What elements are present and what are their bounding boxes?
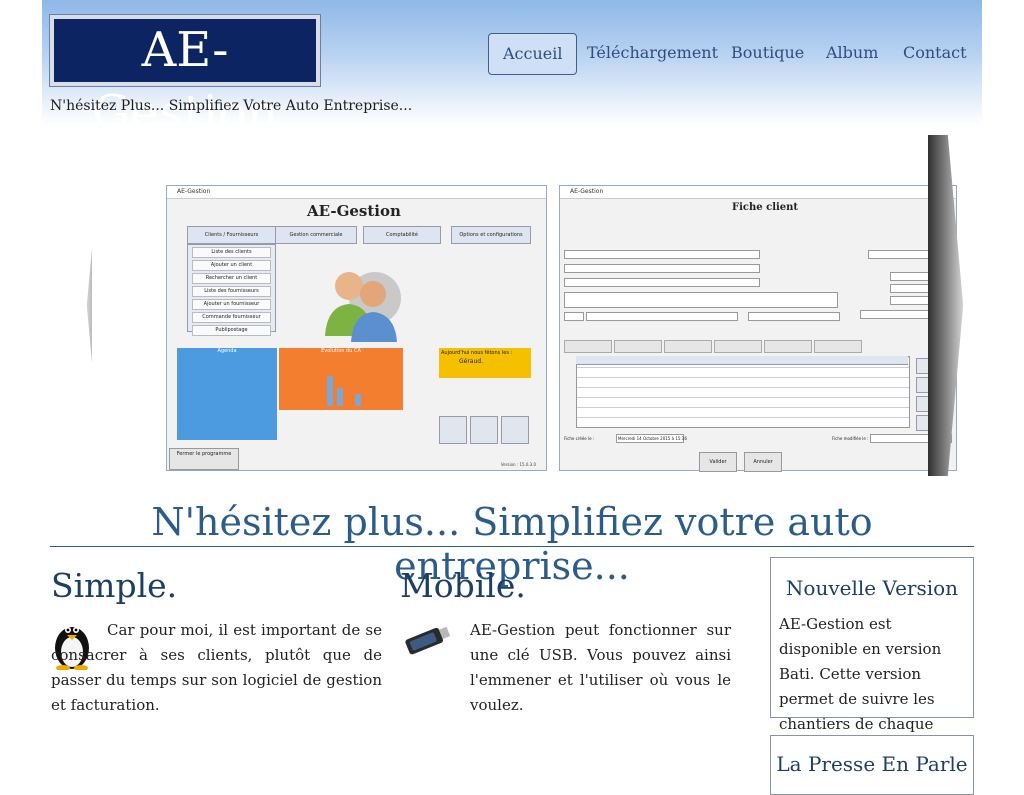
menu-item: Liste des fournisseurs	[192, 286, 271, 297]
simple-text: Car pour moi, il est important de se con…	[51, 621, 382, 714]
press-title[interactable]: La Presse En Parle	[771, 752, 973, 776]
client-tabs	[564, 338, 954, 353]
menu-item: Commande fournisseur	[192, 312, 271, 323]
form-title: Fiche client	[732, 202, 799, 213]
birthday-panel: Aujourd'hui nous fêtons les : Géraud.	[439, 348, 531, 378]
created-value: Mercredi 14 Octobre 2015 à 15:16	[618, 436, 687, 441]
window-titlebar: AE-Gestion	[167, 186, 546, 199]
nav-item-boutique[interactable]: Boutique	[731, 34, 804, 72]
contacts-grid	[576, 356, 910, 428]
app-tab-clients: Clients / Fournisseurs	[187, 226, 276, 244]
close-program-button: Fermer le programme	[169, 448, 239, 470]
headline-underline	[50, 546, 974, 547]
shortcut-tiles	[439, 416, 535, 444]
contacts-grid-header	[576, 356, 908, 365]
form-buttons: Valider Annuler	[699, 448, 819, 472]
news-box: Nouvelle Version AE-Gestion est disponib…	[770, 557, 974, 758]
app-tab-options: Options et configurations	[451, 226, 531, 244]
mobile-title: Mobile.	[400, 566, 526, 605]
window-titlebar: AE-Gestion	[560, 186, 956, 199]
agenda-panel: Agenda	[177, 348, 277, 440]
created-label: Fiche créée le :	[564, 436, 595, 441]
site-tagline: N'hésitez Plus... Simplifiez Votre Auto …	[50, 98, 413, 114]
app-tab-commercial: Gestion commerciale	[275, 226, 357, 244]
people-icon	[325, 272, 401, 342]
nav-item-telechargement[interactable]: Téléchargement	[587, 34, 718, 72]
slider-right-edge	[928, 135, 964, 476]
app-window-main: AE-Gestion AE-Gestion Clients / Fourniss…	[166, 185, 547, 471]
menu-item: Ajouter un client	[192, 260, 271, 271]
press-box: La Presse En Parle	[770, 735, 974, 795]
nav-item-album[interactable]: Album	[826, 34, 878, 72]
screenshot-slider[interactable]: AE-Gestion AE-Gestion Clients / Fourniss…	[50, 135, 974, 476]
app-title: AE-Gestion	[307, 202, 401, 220]
menu-item: Ajouter un fournisseur	[192, 299, 271, 310]
mobile-text: AE-Gestion peut fonctionner sur une clé …	[470, 621, 731, 714]
slide-image: AE-Gestion AE-Gestion Clients / Fourniss…	[92, 135, 957, 476]
app-client-menu: Liste des clients Ajouter un client Rech…	[187, 244, 276, 336]
app-tab-compta: Comptabilité	[363, 226, 441, 244]
revenue-panel: Evolution du CA	[279, 348, 403, 410]
app-window-client: AE-Gestion Fiche client Fiche créée le:…	[559, 185, 957, 472]
nav-item-accueil[interactable]: Accueil	[488, 33, 578, 75]
menu-item: Rechercher un client	[192, 273, 271, 284]
usb-key-icon	[405, 626, 451, 655]
version-label: Version : 15.0.3.0	[500, 462, 536, 467]
news-title[interactable]: Nouvelle Version	[771, 576, 973, 600]
site-logo[interactable]: AE-Gestion	[49, 14, 321, 141]
menu-item: Publipostage	[192, 325, 271, 336]
simple-title: Simple.	[51, 566, 178, 605]
modified-label: Fiche modifiée le :	[832, 436, 869, 441]
menu-item: Liste des clients	[192, 247, 271, 258]
nav-item-contact[interactable]: Contact	[903, 34, 967, 72]
